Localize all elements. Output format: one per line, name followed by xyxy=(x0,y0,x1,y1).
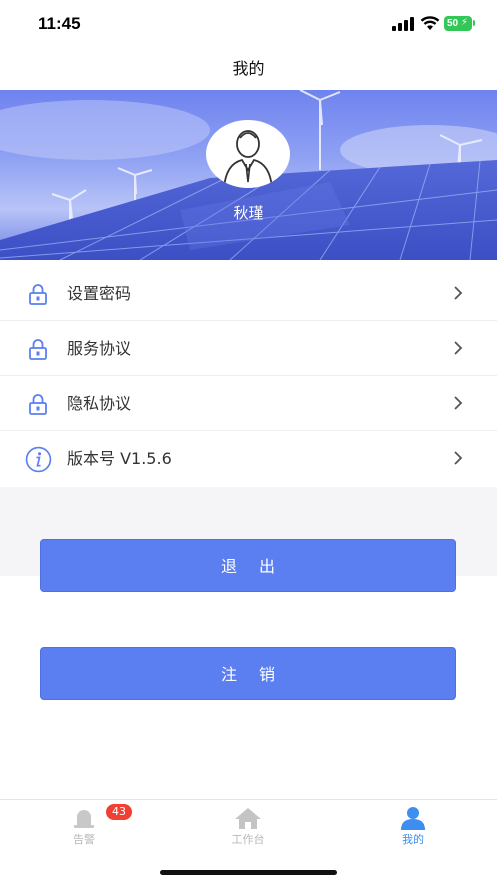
chevron-right-icon xyxy=(454,286,463,300)
page-title: 我的 xyxy=(232,59,265,78)
menu-item-label: 隐私协议 xyxy=(67,394,132,413)
user-avatar-icon xyxy=(223,130,273,188)
home-icon xyxy=(235,808,261,829)
alarm-count-badge: 43 xyxy=(106,804,132,820)
tab-label: 我的 xyxy=(402,833,424,846)
menu-item-label: 设置密码 xyxy=(67,284,132,303)
menu-item-privacy-agreement[interactable]: 隐私协议 xyxy=(0,376,497,431)
lock-icon xyxy=(29,284,47,305)
cancel-account-button[interactable]: 注销 xyxy=(40,647,456,700)
chevron-right-icon xyxy=(454,396,463,410)
wifi-icon xyxy=(420,16,440,30)
person-icon xyxy=(401,807,425,830)
lock-icon xyxy=(29,339,47,360)
home-indicator xyxy=(160,870,337,875)
tab-alarm[interactable]: 43 告警 xyxy=(24,800,144,860)
nav-bar: 我的 xyxy=(0,48,497,90)
chevron-right-icon xyxy=(454,341,463,355)
tab-label: 工作台 xyxy=(231,833,265,846)
charging-icon: ⚡ xyxy=(461,17,469,28)
battery-tip xyxy=(473,20,475,26)
avatar[interactable] xyxy=(206,120,290,188)
logout-button[interactable]: 退出 xyxy=(40,539,456,592)
settings-menu: 设置密码 服务协议 隐私协议 版本号 V1.5.6 xyxy=(0,266,497,486)
tab-label: 告警 xyxy=(73,833,95,846)
profile-banner: 秋瑾 xyxy=(0,90,497,260)
signal-icon xyxy=(392,17,414,31)
chevron-right-icon xyxy=(454,451,463,465)
tab-workbench[interactable]: 工作台 xyxy=(188,800,308,860)
menu-item-service-agreement[interactable]: 服务协议 xyxy=(0,321,497,376)
menu-item-label: 服务协议 xyxy=(67,339,132,358)
menu-item-set-password[interactable]: 设置密码 xyxy=(0,266,497,321)
status-time: 11:45 xyxy=(38,14,81,33)
user-name: 秋瑾 xyxy=(233,204,264,222)
tab-mine[interactable]: 我的 xyxy=(353,800,473,860)
lock-icon xyxy=(29,394,47,415)
menu-item-version[interactable]: 版本号 V1.5.6 xyxy=(0,431,497,486)
status-bar: 11:45 50 ⚡ xyxy=(0,0,497,48)
menu-item-label: 版本号 V1.5.6 xyxy=(67,449,172,468)
info-icon xyxy=(25,446,52,473)
bell-icon xyxy=(74,810,94,828)
